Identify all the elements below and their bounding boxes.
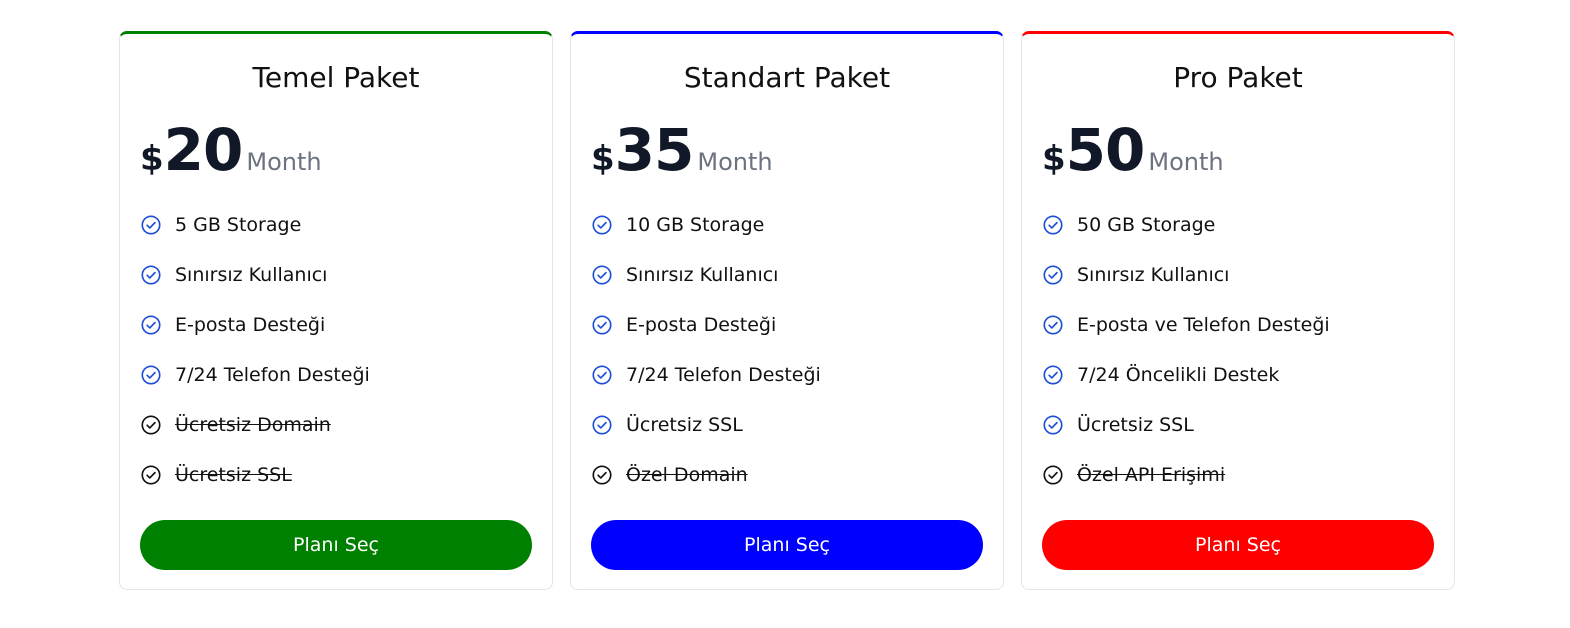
feature-item: E-posta ve Telefon Desteği bbox=[1042, 310, 1434, 360]
check-circle-icon bbox=[1042, 314, 1064, 336]
feature-item: 7/24 Telefon Desteği bbox=[140, 360, 532, 410]
feature-label: E-posta Desteği bbox=[175, 314, 326, 336]
feature-list: 50 GB Storage Sınırsız Kullanıcı E-posta v… bbox=[1042, 210, 1434, 510]
feature-label: 50 GB Storage bbox=[1077, 214, 1216, 236]
feature-item: 5 GB Storage bbox=[140, 210, 532, 260]
price-amount: 20 bbox=[163, 116, 244, 184]
plan-price: $20 Month bbox=[140, 116, 322, 186]
feature-item: Ücretsiz SSL bbox=[591, 410, 983, 460]
feature-item: Özel Domain bbox=[591, 460, 983, 510]
feature-label: 5 GB Storage bbox=[175, 214, 302, 236]
feature-item: 50 GB Storage bbox=[1042, 210, 1434, 260]
pricing-card-pro: Pro Paket $50 Month 50 GB Storage Sınırsız… bbox=[1021, 31, 1455, 590]
feature-item: Özel API Erişimi bbox=[1042, 460, 1434, 510]
plan-price: $50 Month bbox=[1042, 116, 1224, 186]
feature-list: 5 GB Storage Sınırsız Kullanıcı E-posta De… bbox=[140, 210, 532, 510]
feature-item: 7/24 Telefon Desteği bbox=[591, 360, 983, 410]
select-plan-button[interactable]: Planı Seç bbox=[591, 520, 983, 570]
feature-label: Özel Domain bbox=[626, 464, 748, 486]
check-circle-icon bbox=[591, 464, 613, 486]
feature-item: Sınırsız Kullanıcı bbox=[1042, 260, 1434, 310]
select-plan-button[interactable]: Planı Seç bbox=[1042, 520, 1434, 570]
check-circle-icon bbox=[1042, 264, 1064, 286]
feature-item: E-posta Desteği bbox=[140, 310, 532, 360]
price-period: Month bbox=[246, 148, 322, 176]
feature-list: 10 GB Storage Sınırsız Kullanıcı E-posta D… bbox=[591, 210, 983, 510]
feature-item: E-posta Desteği bbox=[591, 310, 983, 360]
check-circle-icon bbox=[140, 464, 162, 486]
check-circle-icon bbox=[140, 264, 162, 286]
price-currency: $ bbox=[1042, 139, 1066, 179]
plan-title: Standart Paket bbox=[683, 61, 891, 94]
feature-label: 10 GB Storage bbox=[626, 214, 765, 236]
pricing-card-standart: Standart Paket $35 Month 10 GB Storage Sın… bbox=[570, 31, 1004, 590]
feature-item: 10 GB Storage bbox=[591, 210, 983, 260]
feature-label: Özel API Erişimi bbox=[1077, 464, 1226, 486]
check-circle-icon bbox=[140, 314, 162, 336]
check-circle-icon bbox=[591, 264, 613, 286]
feature-label: Ücretsiz SSL bbox=[626, 414, 743, 436]
check-circle-icon bbox=[140, 364, 162, 386]
feature-item: 7/24 Öncelikli Destek bbox=[1042, 360, 1434, 410]
feature-item: Sınırsız Kullanıcı bbox=[140, 260, 532, 310]
check-circle-icon bbox=[140, 214, 162, 236]
check-circle-icon bbox=[591, 314, 613, 336]
select-plan-button[interactable]: Planı Seç bbox=[140, 520, 532, 570]
feature-item: Ücretsiz SSL bbox=[1042, 410, 1434, 460]
check-circle-icon bbox=[1042, 214, 1064, 236]
check-circle-icon bbox=[591, 414, 613, 436]
price-amount: 35 bbox=[614, 116, 695, 184]
feature-label: 7/24 Telefon Desteği bbox=[626, 364, 821, 386]
feature-label: E-posta Desteği bbox=[626, 314, 777, 336]
plan-price: $35 Month bbox=[591, 116, 773, 186]
check-circle-icon bbox=[1042, 364, 1064, 386]
price-currency: $ bbox=[591, 139, 615, 179]
check-circle-icon bbox=[1042, 414, 1064, 436]
price-amount: 50 bbox=[1065, 116, 1146, 184]
price-period: Month bbox=[697, 148, 773, 176]
price-period: Month bbox=[1148, 148, 1224, 176]
pricing-card-temel: Temel Paket $20 Month 5 GB Storage Sınırsı… bbox=[119, 31, 553, 590]
check-circle-icon bbox=[1042, 464, 1064, 486]
feature-label: Ücretsiz SSL bbox=[175, 464, 292, 486]
plan-title: Temel Paket bbox=[252, 61, 420, 94]
feature-label: 7/24 Telefon Desteği bbox=[175, 364, 370, 386]
pricing-section: Temel Paket $20 Month 5 GB Storage Sınırsı… bbox=[0, 0, 1570, 628]
feature-label: Ücretsiz SSL bbox=[1077, 414, 1194, 436]
feature-label: Sınırsız Kullanıcı bbox=[1077, 264, 1230, 286]
feature-item: Sınırsız Kullanıcı bbox=[591, 260, 983, 310]
feature-label: 7/24 Öncelikli Destek bbox=[1077, 364, 1280, 386]
check-circle-icon bbox=[591, 364, 613, 386]
feature-label: Ücretsiz Domain bbox=[175, 414, 331, 436]
check-circle-icon bbox=[591, 214, 613, 236]
check-circle-icon bbox=[140, 414, 162, 436]
feature-label: E-posta ve Telefon Desteği bbox=[1077, 314, 1330, 336]
feature-label: Sınırsız Kullanıcı bbox=[626, 264, 779, 286]
feature-label: Sınırsız Kullanıcı bbox=[175, 264, 328, 286]
feature-item: Ücretsiz SSL bbox=[140, 460, 532, 510]
plan-title: Pro Paket bbox=[1173, 61, 1303, 94]
feature-item: Ücretsiz Domain bbox=[140, 410, 532, 460]
price-currency: $ bbox=[140, 139, 164, 179]
